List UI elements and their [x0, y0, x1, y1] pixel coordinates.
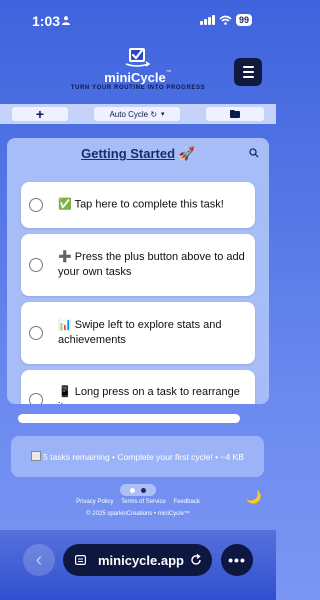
page-indicator[interactable]: [120, 484, 156, 496]
cycle-mode-select[interactable]: Auto Cycle ↻ ▾: [94, 107, 180, 121]
back-button[interactable]: ‹: [23, 544, 55, 576]
page-dot-active[interactable]: [130, 487, 135, 493]
task-text: ➕ Press the plus button above to add you…: [58, 251, 245, 278]
privacy-policy-link[interactable]: Privacy Policy: [76, 499, 113, 505]
page-dot[interactable]: [141, 487, 146, 493]
task-text: 📊 Swipe left to explore stats and achiev…: [58, 319, 222, 346]
folder-button[interactable]: [206, 107, 264, 121]
task-checkbox[interactable]: [29, 258, 43, 272]
battery-indicator: 99: [235, 14, 252, 26]
phone-icon: 📱: [58, 386, 72, 398]
box-icon: [31, 450, 42, 461]
url-text: minicycle.app: [98, 552, 184, 568]
rocket-icon: 🚀: [178, 146, 195, 161]
more-button[interactable]: •••: [221, 544, 253, 576]
task-item[interactable]: 📱 Long press on a task to rearrange it: [21, 370, 255, 404]
tagline: TURN YOUR ROUTINE INTO PROGRESS: [70, 85, 206, 91]
chevron-down-icon: ▾: [161, 111, 165, 118]
toolbar: + Auto Cycle ↻ ▾: [0, 104, 276, 124]
brand-tm: ™: [165, 70, 172, 76]
plus-icon: ➕: [58, 251, 72, 263]
chevron-left-icon: ‹: [35, 548, 43, 571]
status-bar: 1:03 99: [0, 0, 276, 40]
more-icon: •••: [228, 552, 246, 568]
task-text: ✅ Tap here to complete this task!: [58, 198, 224, 211]
moon-icon: 🌙: [245, 489, 262, 504]
address-bar[interactable]: minicycle.app: [63, 544, 212, 576]
status-time: 1:03: [32, 13, 61, 29]
task-text: 📱 Long press on a task to rearrange it: [58, 386, 240, 404]
status-message: 5 tasks remaining • Complete your first …: [11, 436, 264, 477]
check-icon: ✅: [58, 198, 72, 211]
minicycle-logo: [125, 47, 151, 67]
task-checkbox[interactable]: [29, 198, 43, 212]
brand-name: miniCycle: [104, 70, 166, 85]
list-title[interactable]: Getting Started 🚀: [7, 146, 269, 162]
tabs-icon[interactable]: [75, 555, 86, 565]
task-checkbox[interactable]: [29, 326, 43, 340]
task-item[interactable]: 📊 Swipe left to explore stats and achiev…: [21, 302, 255, 364]
reload-icon[interactable]: [190, 554, 202, 566]
task-list-card: Getting Started 🚀 ✅ Tap here to complete…: [7, 138, 269, 404]
plus-icon: +: [35, 106, 45, 122]
person-icon: [62, 16, 70, 25]
dark-mode-toggle[interactable]: 🌙: [246, 489, 262, 505]
feedback-link[interactable]: Feedback: [174, 499, 200, 505]
horizontal-scrollbar[interactable]: [18, 414, 240, 423]
add-task-button[interactable]: +: [12, 107, 68, 121]
list-title-text: Getting Started: [81, 146, 176, 161]
footer-links: Privacy Policy Terms of Service Feedback: [0, 499, 276, 505]
chart-icon: 📊: [58, 319, 72, 331]
signal-icon: [199, 15, 215, 25]
folder-icon: [230, 110, 240, 118]
task-item[interactable]: ✅ Tap here to complete this task!: [21, 182, 255, 228]
cycle-mode-label: Auto Cycle ↻: [109, 109, 158, 119]
menu-button[interactable]: [234, 58, 262, 86]
copyright: © 2025 sparkinCreations • miniCycle™: [86, 511, 190, 517]
task-item[interactable]: ➕ Press the plus button above to add you…: [21, 234, 255, 296]
wifi-icon: [219, 15, 232, 25]
search-icon[interactable]: [249, 148, 259, 158]
task-checkbox[interactable]: [29, 393, 43, 404]
hamburger-icon: [242, 66, 254, 68]
terms-link[interactable]: Terms of Service: [121, 499, 166, 505]
